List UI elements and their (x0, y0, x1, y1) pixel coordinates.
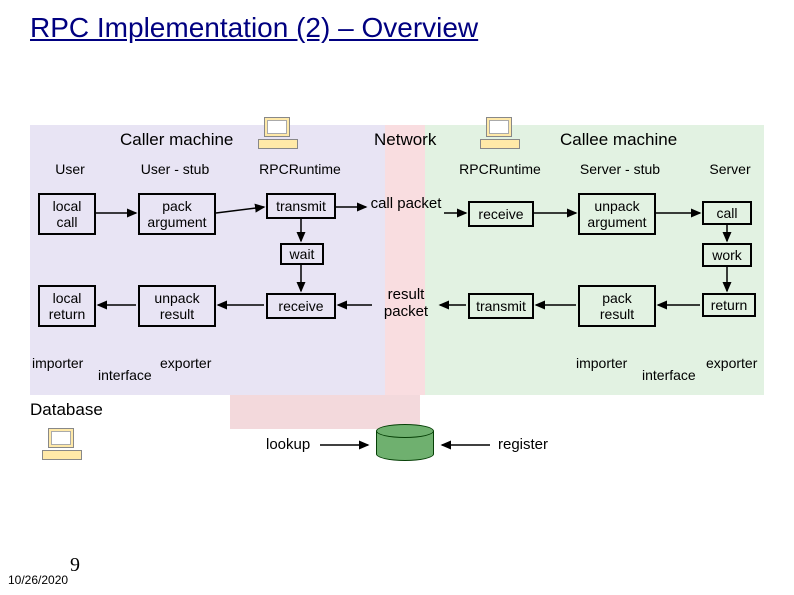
page-title: RPC Implementation (2) – Overview (0, 0, 794, 44)
box-work: work (702, 243, 752, 267)
label-call-packet: call packet (366, 195, 446, 212)
label-importer-l: importer (32, 355, 83, 371)
box-pack-result: packresult (578, 285, 656, 327)
col-rpcruntime-r: RPCRuntime (450, 161, 550, 177)
col-server: Server (700, 161, 760, 177)
callee-header: Callee machine (560, 130, 677, 150)
col-server-stub: Server - stub (570, 161, 670, 177)
box-local-return: localreturn (38, 285, 96, 327)
label-interface-l: interface (98, 367, 152, 383)
caller-header: Caller machine (120, 130, 233, 150)
label-importer-r: importer (576, 355, 627, 371)
footer-date: 10/26/2020 (8, 573, 68, 587)
computer-icon (480, 117, 520, 153)
box-local-call: localcall (38, 193, 96, 235)
box-receive-r: receive (468, 201, 534, 227)
label-register: register (498, 436, 548, 453)
computer-icon (42, 428, 82, 464)
box-pack-argument: packargument (138, 193, 216, 235)
label-lookup: lookup (266, 436, 310, 453)
box-call: call (702, 201, 752, 225)
box-unpack-result: unpackresult (138, 285, 216, 327)
label-result-packet: resultpacket (374, 287, 438, 320)
col-user-stub: User - stub (130, 161, 220, 177)
network-header: Network (374, 130, 436, 150)
label-exporter-l: exporter (160, 355, 211, 371)
database-icon (376, 424, 434, 468)
box-receive-l: receive (266, 293, 336, 319)
box-transmit-r: transmit (468, 293, 534, 319)
col-rpcruntime-l: RPCRuntime (250, 161, 350, 177)
box-transmit-l: transmit (266, 193, 336, 219)
footer-page-number: 9 (70, 554, 80, 577)
computer-icon (258, 117, 298, 153)
box-return: return (702, 293, 756, 317)
label-exporter-r: exporter (706, 355, 757, 371)
label-interface-r: interface (642, 367, 696, 383)
network-bg (385, 125, 425, 395)
col-user: User (40, 161, 100, 177)
box-wait: wait (280, 243, 324, 265)
rpc-diagram: Caller machine Network Callee machine Us… (30, 125, 764, 425)
database-label: Database (30, 400, 103, 420)
box-unpack-argument: unpackargument (578, 193, 656, 235)
